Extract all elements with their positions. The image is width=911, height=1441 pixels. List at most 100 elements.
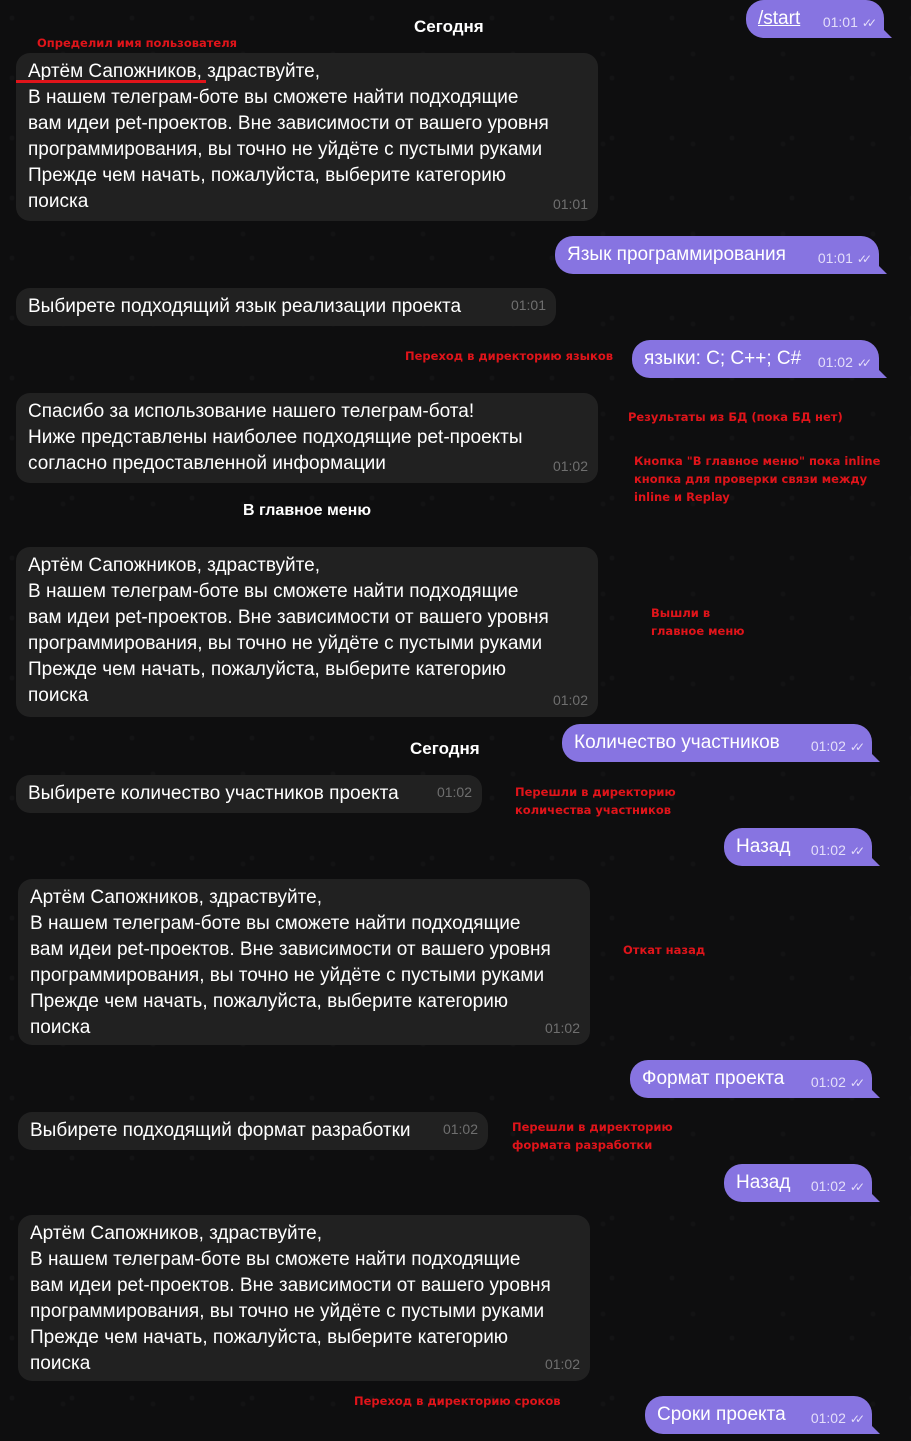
- message-meta: 01:01 ✓✓: [822, 0, 877, 45]
- annotation-lang-dir: Переход в директорию языков: [405, 349, 614, 363]
- message-text: Формат проекта: [642, 1068, 785, 1089]
- incoming-message: Выбирете подходящий язык реализации прое…: [16, 288, 556, 326]
- incoming-message: Артём Сапожников, здраствуйте, В нашем т…: [18, 879, 590, 1045]
- message-line: Прежде чем начать, пожалуйста, выберите …: [28, 659, 507, 680]
- double-check-icon: ✓✓: [849, 1180, 865, 1194]
- bubble-tail: [868, 750, 880, 762]
- double-check-icon: ✓✓: [849, 844, 865, 858]
- incoming-message: Спасибо за использование нашего телеграм…: [16, 393, 598, 483]
- message-line: вам идеи pet-проектов. Вне зависимости о…: [28, 113, 549, 134]
- message-line: В нашем телеграм-боте вы сможете найти п…: [28, 581, 519, 602]
- incoming-message: Выбирете количество участников проекта 0…: [16, 775, 482, 813]
- message-meta: 01:02 ✓✓: [810, 724, 865, 769]
- message-line: программирования, вы точно не уйдёте с п…: [30, 1301, 545, 1322]
- bubble-tail: [868, 1422, 880, 1434]
- message-text: языки: C; C++; C#: [644, 348, 802, 369]
- message-time: 01:02: [442, 1121, 478, 1137]
- annotation-deadline-dir: Переход в директорию сроков: [354, 1394, 561, 1408]
- bubble-tail: [875, 366, 887, 378]
- message-text: Выбирете количество участников проекта: [28, 783, 399, 804]
- message-time: 01:02: [544, 1020, 580, 1036]
- message-time: 01:02: [810, 1074, 846, 1090]
- message-line: Ниже представлены наиболее подходящие pe…: [28, 427, 523, 448]
- message-line: поиска: [28, 191, 89, 212]
- message-time: 01:02: [544, 1356, 580, 1372]
- annotation-main-menu: Вышли в главное меню: [651, 606, 745, 638]
- message-meta: 01:02 ✓✓: [817, 340, 872, 385]
- message-time: 01:02: [810, 1178, 846, 1194]
- message-text: Количество участников: [574, 732, 780, 753]
- message-line: поиска: [28, 685, 89, 706]
- message-line: Артём Сапожников, здраствуйте,: [30, 1223, 322, 1244]
- message-time: 01:02: [810, 738, 846, 754]
- message-line: вам идеи pet-проектов. Вне зависимости о…: [30, 1275, 551, 1296]
- message-time: 01:01: [817, 250, 853, 266]
- annotation-rollback: Откат назад: [623, 943, 706, 957]
- message-line: Спасибо за использование нашего телеграм…: [28, 401, 475, 422]
- message-text: Сроки проекта: [657, 1404, 786, 1425]
- message-meta: 01:02 ✓✓: [810, 1060, 865, 1105]
- outgoing-message: языки: C; C++; C# 01:02 ✓✓: [632, 340, 887, 378]
- inline-button-main-menu[interactable]: В главное меню: [243, 502, 371, 520]
- message-time: 01:02: [552, 692, 588, 708]
- message-text: Выбирете подходящий формат разработки: [30, 1120, 411, 1141]
- double-check-icon: ✓✓: [856, 252, 872, 266]
- incoming-message: Артём Сапожников, здраствуйте, В нашем т…: [18, 1215, 590, 1381]
- message-line: программирования, вы точно не уйдёте с п…: [28, 139, 543, 160]
- incoming-message: Артём Сапожников, здраствуйте, В нашем т…: [16, 547, 598, 717]
- message-line: поиска: [30, 1353, 91, 1374]
- message-line: программирования, вы точно не уйдёте с п…: [28, 633, 543, 654]
- date-separator: Сегодня: [414, 17, 484, 36]
- message-time: 01:02: [817, 354, 853, 370]
- double-check-icon: ✓✓: [849, 1412, 865, 1426]
- message-line: программирования, вы точно не уйдёте с п…: [30, 965, 545, 986]
- bubble-tail: [880, 26, 892, 38]
- message-line: Прежде чем начать, пожалуйста, выберите …: [30, 1327, 509, 1348]
- bubble-tail: [868, 1086, 880, 1098]
- incoming-message: Артём Сапожников, здраствуйте, В нашем т…: [16, 53, 598, 221]
- incoming-message: Выбирете подходящий формат разработки 01…: [18, 1112, 488, 1150]
- message-line: В нашем телеграм-боте вы сможете найти п…: [30, 1249, 521, 1270]
- bubble-tail: [868, 1190, 880, 1202]
- message-time: 01:02: [436, 784, 472, 800]
- outgoing-message: Сроки проекта 01:02 ✓✓: [645, 1396, 880, 1434]
- bubble-tail: [868, 854, 880, 866]
- message-line: В нашем телеграм-боте вы сможете найти п…: [28, 87, 519, 108]
- message-meta: 01:02 ✓✓: [810, 1164, 865, 1209]
- double-check-icon: ✓✓: [849, 1076, 865, 1090]
- message-time: 01:02: [810, 842, 846, 858]
- annotation-db-results: Результаты из БД (пока БД нет): [628, 410, 843, 424]
- message-time: 01:01: [822, 14, 858, 30]
- annotation-username: Определил имя пользователя: [37, 36, 238, 50]
- outgoing-message: Назад 01:02 ✓✓: [724, 828, 880, 866]
- message-meta: 01:02 ✓✓: [811, 1396, 865, 1441]
- message-line: Прежде чем начать, пожалуйста, выберите …: [30, 991, 509, 1012]
- message-line: Прежде чем начать, пожалуйста, выберите …: [28, 165, 507, 186]
- message-line: Артём Сапожников, здраствуйте,: [30, 887, 322, 908]
- message-line: вам идеи pet-проектов. Вне зависимости о…: [30, 939, 551, 960]
- user-name: Артём Сапожников: [28, 61, 197, 82]
- outgoing-message: Язык программирования 01:01 ✓✓: [555, 236, 887, 274]
- command-link[interactable]: /start: [758, 0, 800, 38]
- message-time: 01:01: [552, 196, 588, 212]
- message-time: 01:02: [552, 458, 588, 474]
- date-separator: Сегодня: [410, 739, 480, 758]
- message-time: 01:01: [510, 297, 546, 313]
- double-check-icon: ✓✓: [861, 16, 877, 30]
- double-check-icon: ✓✓: [856, 356, 872, 370]
- message-line: В нашем телеграм-боте вы сможете найти п…: [30, 913, 521, 934]
- annotation-count-dir: Перешли в директорию количества участник…: [515, 785, 676, 817]
- message-meta: 01:02 ✓✓: [810, 828, 865, 873]
- bubble-tail: [875, 262, 887, 274]
- outgoing-message[interactable]: /start 01:01 ✓✓: [746, 0, 892, 38]
- message-text: Назад: [736, 1172, 791, 1193]
- message-text: Язык программирования: [567, 244, 786, 265]
- message-line: согласно предоставленной информации: [28, 453, 386, 474]
- annotation-format-dir: Перешли в директорию формата разработки: [512, 1120, 673, 1152]
- message-text: Выбирете подходящий язык реализации прое…: [28, 296, 462, 317]
- outgoing-message: Количество участников 01:02 ✓✓: [562, 724, 880, 762]
- message-meta: 01:01 ✓✓: [817, 236, 872, 281]
- annotation-inline-button: Кнопка "В главное меню" пока inline кноп…: [634, 454, 881, 504]
- annotation-underline: [16, 80, 206, 83]
- message-text: Назад: [736, 836, 791, 857]
